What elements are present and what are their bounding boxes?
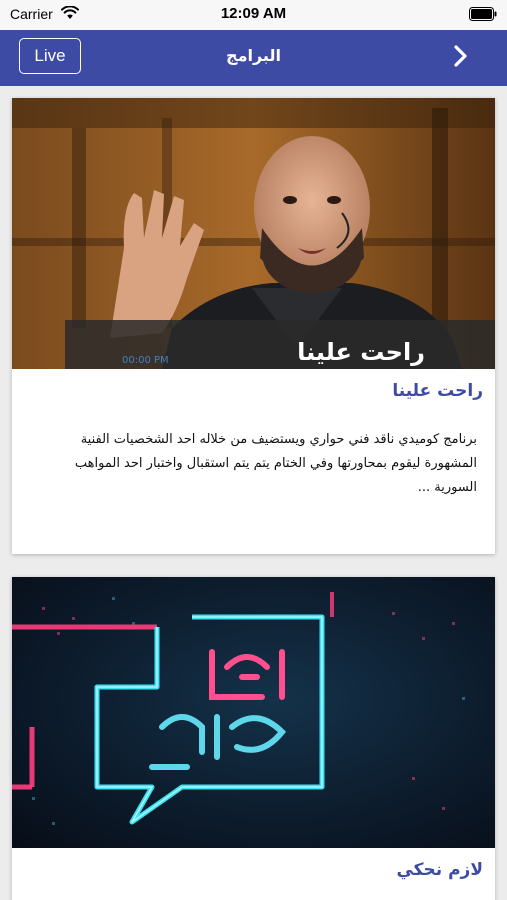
clock: 12:09 AM: [220, 5, 287, 22]
program-image: 00:00 PM: [12, 98, 495, 369]
program-title[interactable]: راحت علينا: [392, 381, 483, 401]
navigation-bar: Live البرامج: [0, 30, 507, 86]
image-caption: راحت علينا: [297, 338, 425, 366]
status-bar: Carrier 12:09 AM: [0, 0, 507, 30]
battery-icon: [469, 7, 497, 21]
program-card[interactable]: 00:00 PM راحت علينا راحت علينا برنامج كو…: [12, 98, 495, 554]
chevron-right-icon[interactable]: [449, 43, 471, 69]
program-list[interactable]: 00:00 PM راحت علينا راحت علينا برنامج كو…: [0, 86, 507, 900]
program-title[interactable]: لازم نحكي: [396, 860, 483, 880]
program-image: [12, 577, 495, 848]
page-title: البرامج: [226, 46, 281, 65]
svg-text:00:00 PM: 00:00 PM: [122, 355, 169, 366]
program-description: برنامج كوميدي ناقد فني حواري ويستضيف من …: [74, 432, 477, 495]
program-thumbnail[interactable]: 00:00 PM راحت علينا: [12, 98, 495, 369]
program-card[interactable]: لازم نحكي: [12, 577, 495, 900]
program-thumbnail[interactable]: [12, 577, 495, 848]
